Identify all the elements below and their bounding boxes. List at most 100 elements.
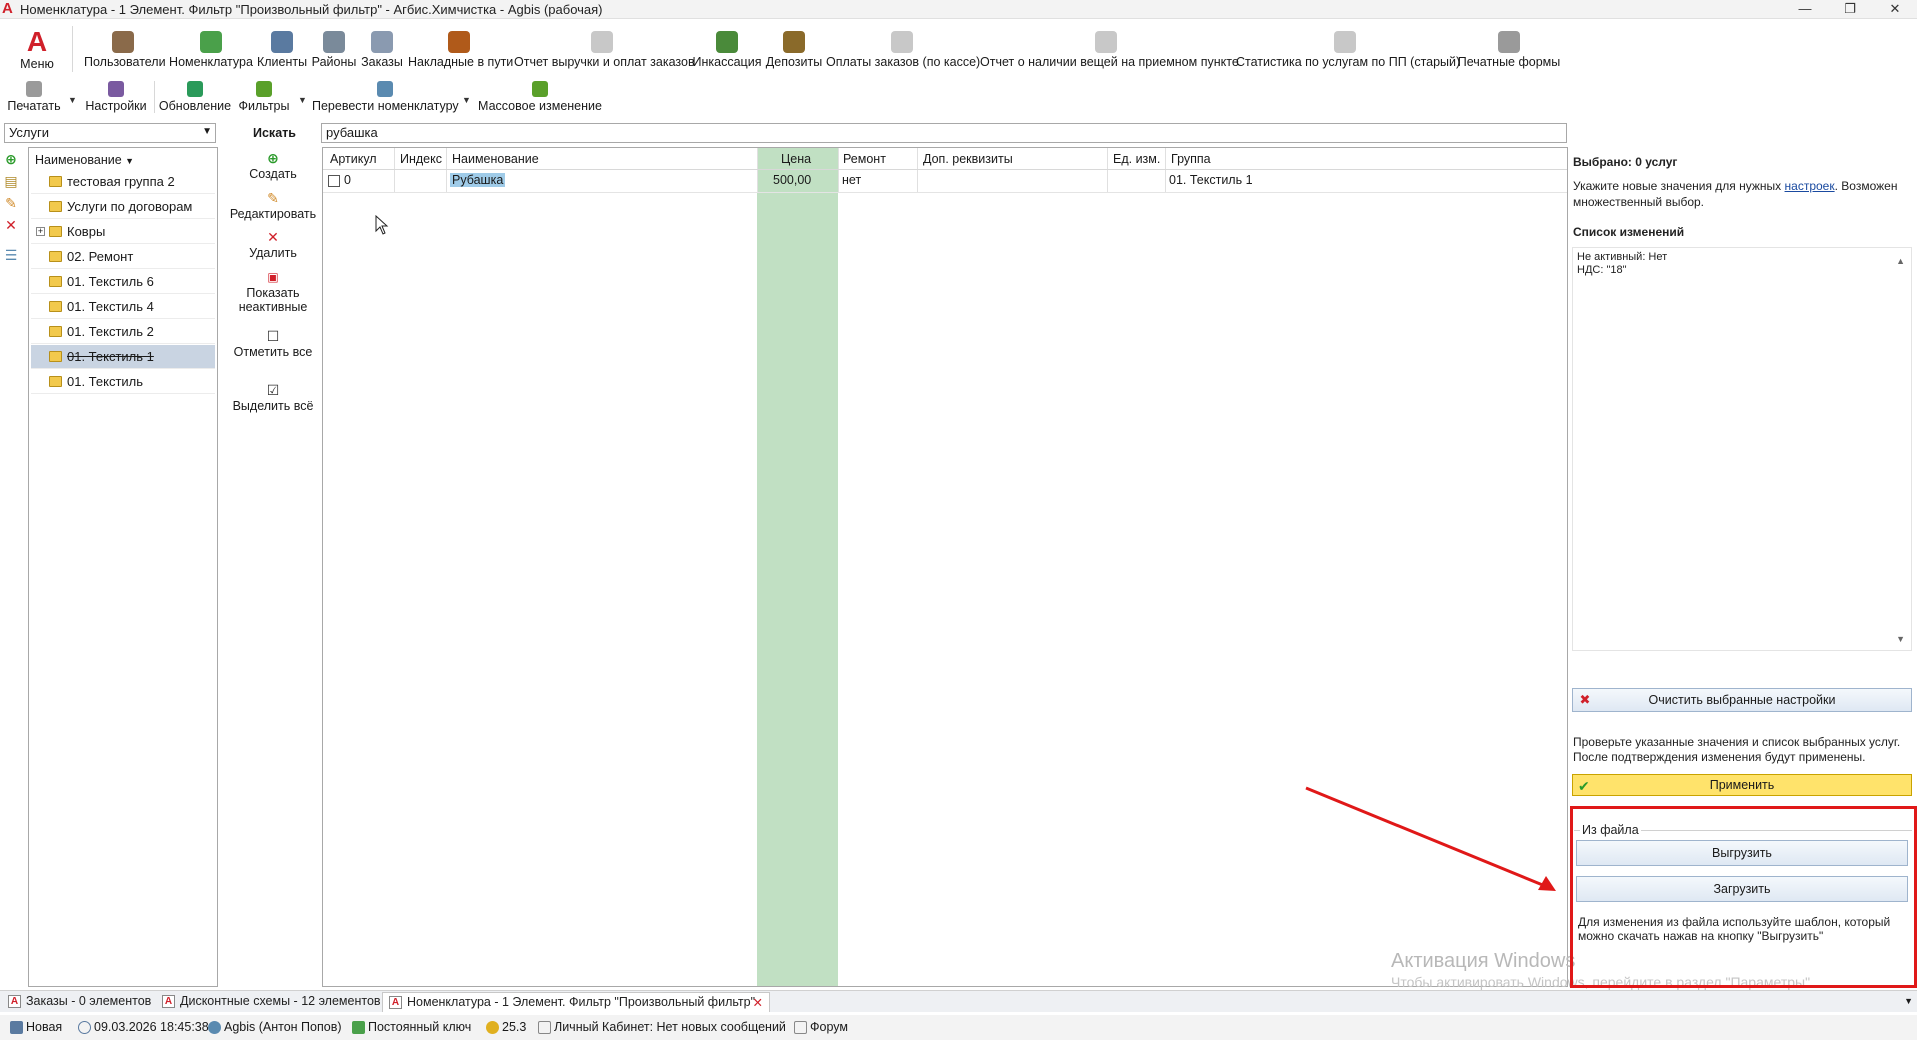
print-icon bbox=[26, 81, 42, 97]
tree-item-label: Услуги по договорам bbox=[67, 199, 193, 214]
user-icon bbox=[208, 1021, 221, 1034]
revenue-report-button[interactable]: Отчет выручки и оплат заказов bbox=[514, 20, 695, 76]
clear-settings-button[interactable]: ✖ Очистить выбранные настройки bbox=[1572, 688, 1912, 712]
row-checkbox[interactable] bbox=[328, 175, 340, 187]
move-icon[interactable]: ☰ bbox=[4, 248, 18, 262]
search-input[interactable]: рубашка bbox=[321, 123, 1567, 143]
delete-icon[interactable]: ✕ bbox=[4, 218, 18, 232]
column-header-unit[interactable]: Ед. изм. bbox=[1113, 152, 1160, 166]
tree-item[interactable]: + Ковры bbox=[31, 220, 215, 244]
print-button[interactable]: Печатать bbox=[6, 77, 62, 117]
maximize-button[interactable]: ❐ bbox=[1830, 0, 1870, 19]
service-stats-button[interactable]: Статистика по услугам по ПП (старый) bbox=[1236, 20, 1460, 76]
show-inactive-button[interactable]: ▣ Показать неактивные bbox=[226, 270, 320, 314]
tree-item[interactable]: 01. Текстиль 2 bbox=[31, 320, 215, 344]
tree-item[interactable]: тестовая группа 2 bbox=[31, 170, 215, 194]
print-forms-button[interactable]: Печатные формы bbox=[1456, 20, 1562, 76]
close-window-button[interactable]: ✕ bbox=[1875, 0, 1915, 19]
check-all-label: Отметить все bbox=[233, 345, 313, 359]
status-key: Постоянный ключ bbox=[350, 1020, 471, 1034]
order-payments-button[interactable]: Оплаты заказов (по кассе) bbox=[826, 20, 980, 76]
tree-item[interactable]: 01. Текстиль bbox=[31, 370, 215, 394]
basket-icon bbox=[200, 31, 222, 53]
cell-name[interactable]: Рубашка bbox=[450, 173, 506, 187]
tree-item-selected[interactable]: 01. Текстиль 1 bbox=[31, 345, 215, 369]
orders-button[interactable]: Заказы bbox=[360, 20, 404, 76]
tree-item-label: 02. Ремонт bbox=[67, 249, 134, 264]
collection-button[interactable]: Инкассация bbox=[692, 20, 762, 76]
tree-item[interactable]: Услуги по договорам bbox=[31, 195, 215, 219]
close-tab-icon[interactable]: ✕ bbox=[753, 995, 763, 1010]
clear-icon: ✖ bbox=[1579, 692, 1591, 707]
filters-dropdown-arrow[interactable]: ▼ bbox=[298, 95, 307, 105]
search-input-value: рубашка bbox=[326, 125, 378, 140]
tab-discounts[interactable]: A Дисконтные схемы - 12 элементов bbox=[156, 992, 381, 1012]
column-header-article[interactable]: Артикул bbox=[330, 152, 377, 166]
minimize-button[interactable]: — bbox=[1785, 0, 1825, 19]
print-dropdown-arrow[interactable]: ▼ bbox=[68, 95, 77, 105]
column-header-repair[interactable]: Ремонт bbox=[843, 152, 886, 166]
changes-list[interactable]: Не активный: Нет НДС: "18" ▲ ▼ bbox=[1572, 247, 1912, 651]
tab-orders[interactable]: A Заказы - 0 элементов bbox=[2, 992, 154, 1012]
menu-button[interactable]: A Меню bbox=[12, 20, 62, 76]
clients-label: Клиенты bbox=[256, 55, 308, 69]
column-header-extra[interactable]: Доп. реквизиты bbox=[923, 152, 1013, 166]
items-report-button[interactable]: Отчет о наличии вещей на приемном пункте bbox=[980, 20, 1239, 76]
column-header-price[interactable]: Цена bbox=[781, 152, 811, 166]
tabs-menu-icon[interactable]: ▼ bbox=[1904, 996, 1913, 1006]
show-inactive-label: Показать bbox=[246, 286, 300, 300]
status-user[interactable]: Agbis (Антон Попов) bbox=[206, 1020, 342, 1034]
tab-nomenclature[interactable]: A Номенклатура - 1 Элемент. Фильтр "Произ… bbox=[382, 992, 770, 1012]
title-bar: A Номенклатура - 1 Элемент. Фильтр "Прои… bbox=[0, 0, 1917, 19]
settings-link[interactable]: настроек bbox=[1785, 179, 1835, 193]
tree-item[interactable]: 02. Ремонт bbox=[31, 245, 215, 269]
scroll-down-icon[interactable]: ▼ bbox=[1896, 634, 1905, 644]
transfer-dropdown-arrow[interactable]: ▼ bbox=[462, 95, 471, 105]
folder-icon[interactable]: ▤ bbox=[4, 174, 18, 188]
print-label: Печатать bbox=[7, 99, 61, 113]
nomenclature-label: Номенклатура bbox=[169, 55, 253, 69]
status-cabinet[interactable]: Личный Кабинет: Нет новых сообщений bbox=[536, 1020, 786, 1034]
status-version-label: 25.3 bbox=[502, 1020, 527, 1034]
column-header-index[interactable]: Индекс bbox=[400, 152, 442, 166]
pencil-icon bbox=[532, 81, 548, 97]
nomenclature-button[interactable]: Номенклатура bbox=[168, 20, 254, 76]
create-button[interactable]: ⊕ Создать bbox=[226, 151, 320, 181]
column-header-name[interactable]: Наименование bbox=[452, 152, 539, 166]
check-all-button[interactable]: ☐ Отметить все bbox=[226, 329, 320, 359]
tree-item-label: 01. Текстиль bbox=[67, 374, 144, 389]
filters-button[interactable]: Фильтры bbox=[234, 77, 294, 117]
secondary-ribbon: Печатать ▼ Настройки Обновление Фильтры … bbox=[0, 77, 1917, 117]
refresh-button[interactable]: Обновление bbox=[158, 77, 232, 117]
tree-item[interactable]: 01. Текстиль 4 bbox=[31, 295, 215, 319]
mass-edit-button[interactable]: Массовое изменение bbox=[476, 77, 604, 117]
tree-header[interactable]: Наименование ▼ bbox=[35, 153, 134, 167]
folder-icon bbox=[49, 351, 62, 362]
edit-icon[interactable]: ✎ bbox=[4, 196, 18, 210]
document-tabs: A Заказы - 0 элементов A Дисконтные схемы … bbox=[0, 990, 1917, 1012]
users-button[interactable]: Пользователи bbox=[84, 20, 166, 76]
districts-button[interactable]: Районы bbox=[310, 20, 358, 76]
apply-button[interactable]: ✔ Применить bbox=[1572, 774, 1912, 796]
waybills-button[interactable]: Накладные в пути bbox=[408, 20, 513, 76]
tree-item-label: 01. Текстиль 6 bbox=[67, 274, 154, 289]
status-forum[interactable]: Форум bbox=[792, 1020, 848, 1034]
folder-icon bbox=[49, 251, 62, 262]
filter-icon bbox=[256, 81, 272, 97]
delete-button[interactable]: ✕ Удалить bbox=[226, 230, 320, 260]
column-header-group[interactable]: Группа bbox=[1171, 152, 1211, 166]
clients-button[interactable]: Клиенты bbox=[256, 20, 308, 76]
expand-icon[interactable]: + bbox=[36, 227, 45, 236]
select-all-button[interactable]: ☑ Выделить всё bbox=[226, 383, 320, 413]
tree-item[interactable]: 01. Текстиль 6 bbox=[31, 270, 215, 294]
transfer-nomenclature-button[interactable]: Перевести номенклатуру bbox=[312, 77, 459, 117]
category-select[interactable]: Услуги ▼ bbox=[4, 123, 216, 143]
scroll-up-icon[interactable]: ▲ bbox=[1896, 256, 1905, 266]
add-icon[interactable]: ⊕ bbox=[4, 152, 18, 166]
report-icon bbox=[1095, 31, 1117, 53]
changes-title: Список изменений bbox=[1573, 225, 1685, 239]
edit-button[interactable]: ✎ Редактировать bbox=[226, 191, 320, 221]
deposits-button[interactable]: Депозиты bbox=[764, 20, 824, 76]
settings-button[interactable]: Настройки bbox=[82, 77, 150, 117]
app-logo-icon: A bbox=[2, 0, 13, 17]
